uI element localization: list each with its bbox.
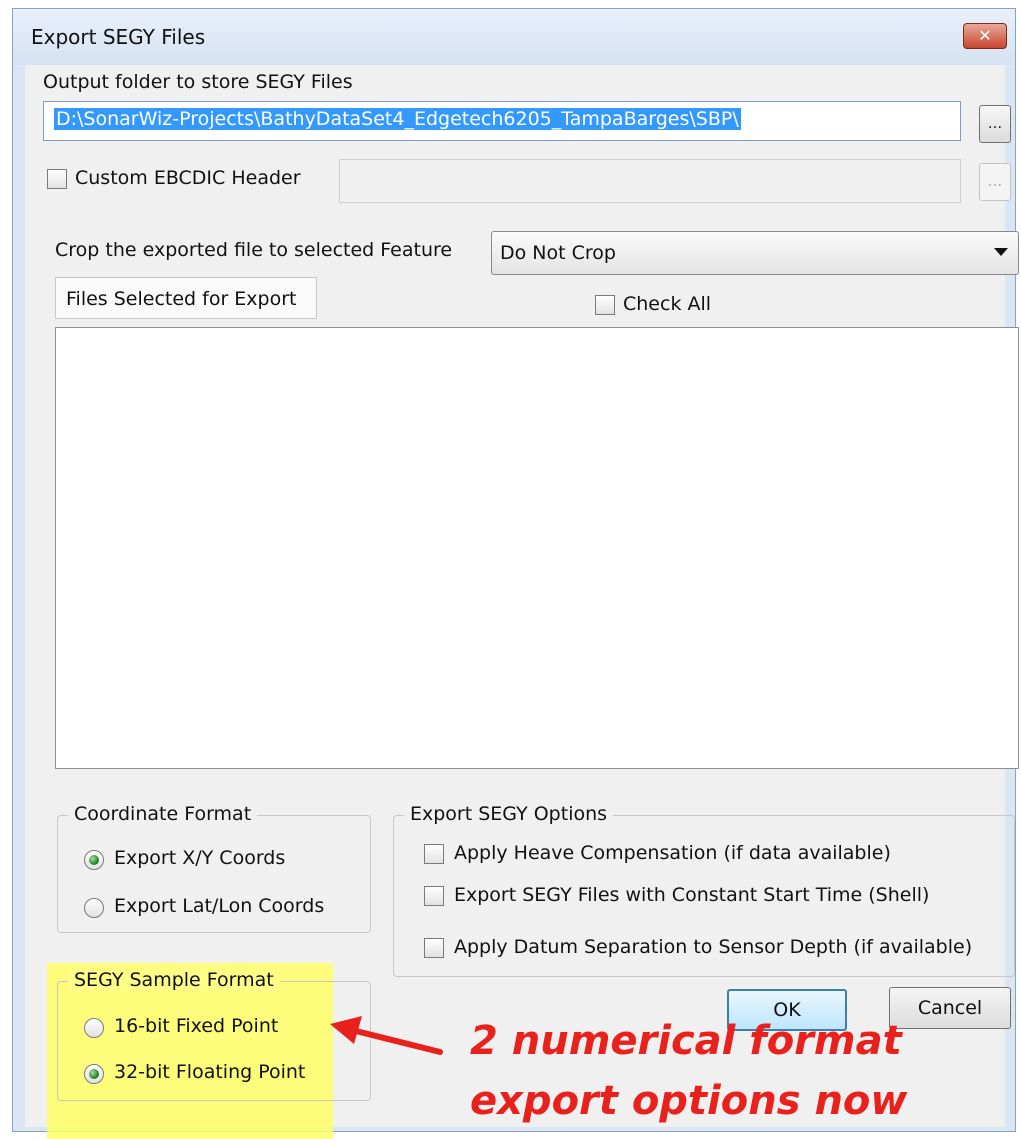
annotation-text-line1: 2 numerical format xyxy=(470,1018,902,1064)
annotation-text-line2: export options now xyxy=(470,1078,908,1124)
annotation-arrow xyxy=(330,1016,443,1055)
